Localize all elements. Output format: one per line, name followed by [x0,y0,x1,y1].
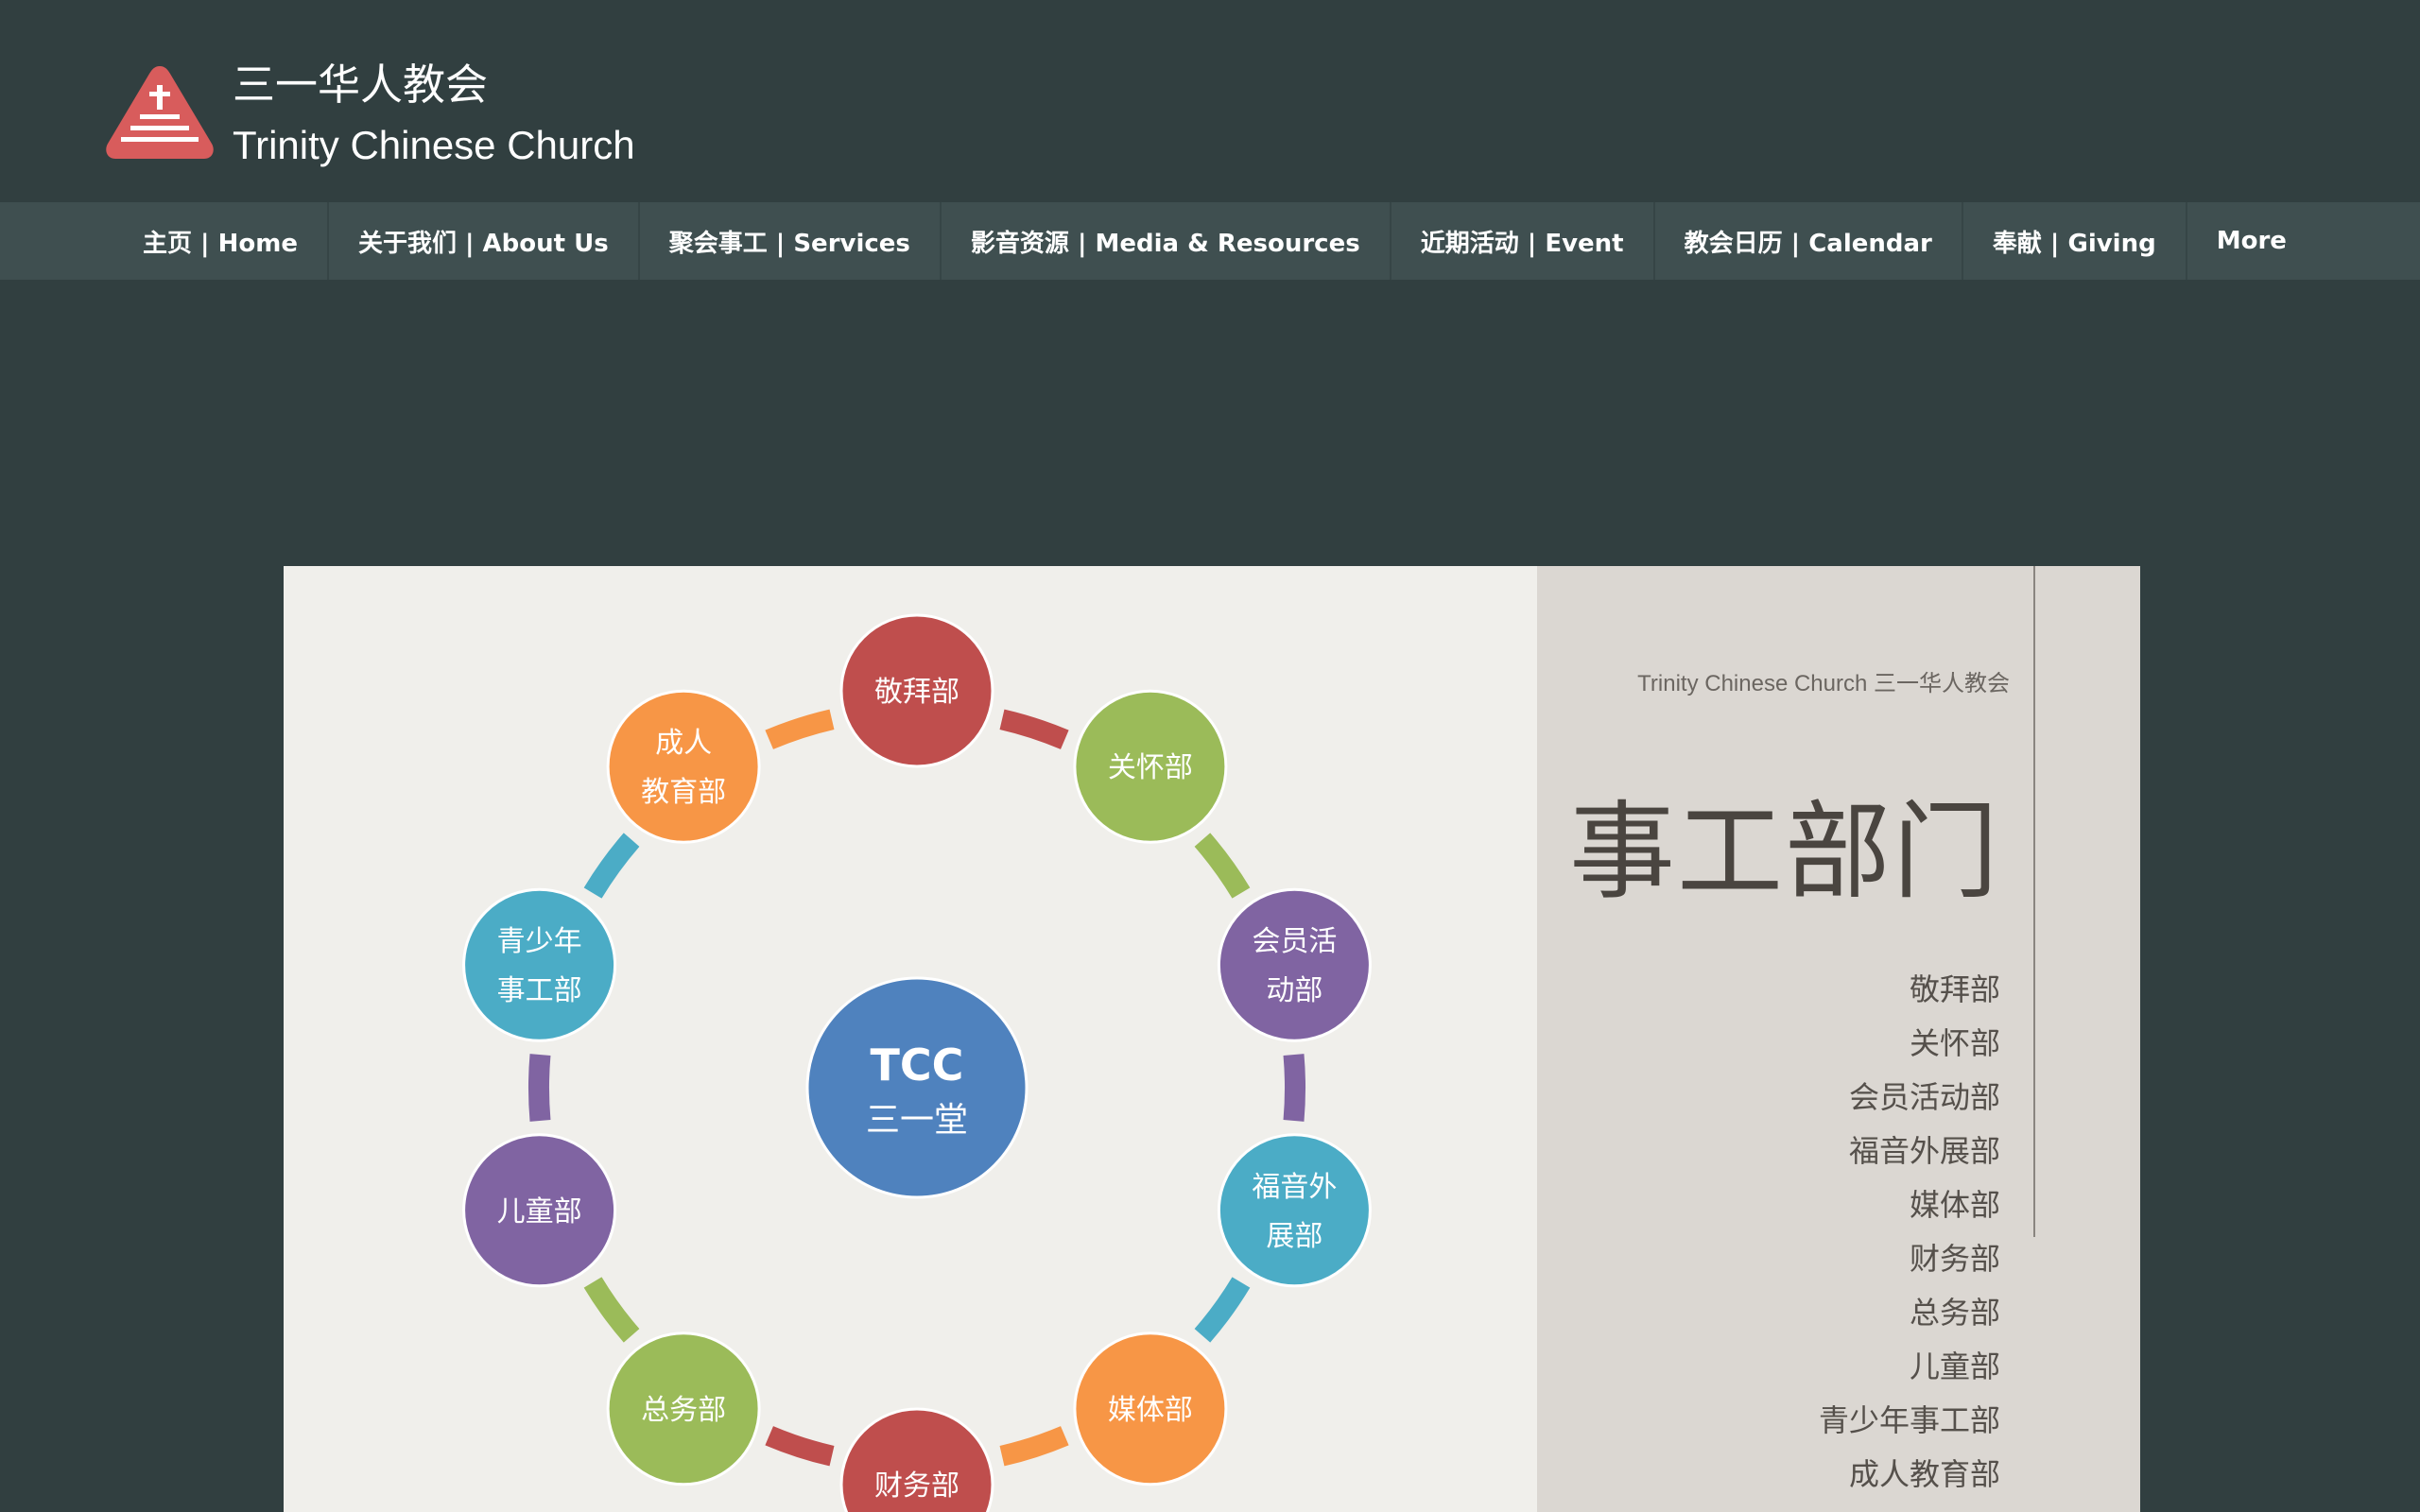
connector-arc [765,709,835,749]
connector-arc [583,1277,640,1343]
connector-arc [528,1054,551,1122]
department-node [1217,887,1372,1042]
department-node-label: 会员活 [1252,925,1337,958]
department-node-label: 总务部 [641,1394,726,1427]
department-item: 敬拜部 [1909,971,2000,1007]
center-label: TCC [871,1040,964,1091]
department-node-label: 事工部 [497,974,582,1007]
department-item: 福音外展部 [1848,1133,2000,1169]
ministry-info-panel: Trinity Chinese Church 三一华人教会 事工部门 敬拜部 关… [1537,566,2140,1512]
department-node-label: 媒体部 [1108,1394,1193,1427]
department-node-label: 教育部 [641,776,726,809]
brand-name-en[interactable]: Trinity Chinese Church [233,115,635,176]
ministry-diagram-panel: TCC 三一堂 敬拜部关怀部会员活动部福音外展部媒体部财务部 总务部 儿童部 青少年事工部… [284,566,1537,1512]
nav-more[interactable]: More [2187,202,2316,280]
connector-arc [1194,1277,1251,1343]
department-node-label: 关怀部 [1108,751,1193,784]
department-item: 儿童部 [1909,1349,2000,1384]
department-item: 会员活动部 [1848,1079,2000,1115]
connector-arc [999,709,1069,749]
connector-arc [583,833,640,899]
nav-giving[interactable]: 奉献 | Giving [1963,202,2187,280]
department-node-label: 福音外 [1252,1171,1337,1204]
church-subtitle: Trinity Chinese Church 三一华人教会 [1637,671,2010,696]
department-item: 成人教育部 [1848,1456,2000,1492]
department-node-label: 动部 [1266,974,1322,1007]
department-node [1217,1133,1372,1288]
department-node-label: 儿童部 [497,1195,582,1228]
department-node-label: 展部 [1266,1220,1322,1253]
ministries-title: 事工部门 [1569,791,2000,914]
department-item: 媒体部 [1909,1187,2000,1223]
nav-about-us[interactable]: 关于我们 | About Us [329,202,640,280]
nav-media-resources[interactable]: 影音资源 | Media & Resources [942,202,1392,280]
department-list: 敬拜部 关怀部 会员活动部 福音外展部 媒体部 财务部 总务部 儿童部 青少年事… [1819,963,2000,1502]
department-item: 关怀部 [1909,1025,2000,1061]
brand-name-cn[interactable]: 三一华人教会 [233,55,488,115]
department-item: 财务部 [1909,1241,2000,1277]
department-node [462,887,617,1042]
church-logo-icon[interactable] [102,60,217,164]
nav-home[interactable]: 主页 | Home [113,202,329,280]
department-item: 总务部 [1909,1295,2000,1331]
site-header: 三一华人教会 Trinity Chinese Church [0,0,2420,202]
connector-arc [1283,1054,1305,1122]
nav-services[interactable]: 聚会事工 | Services [640,202,942,280]
department-node-label: 财务部 [874,1469,959,1503]
department-item: 青少年事工部 [1818,1402,2000,1438]
nav-calendar[interactable]: 教会日历 | Calendar [1655,202,1963,280]
connector-arc [999,1426,1069,1467]
department-node-label: 青少年 [497,925,582,958]
center-sublabel: 三一堂 [866,1101,968,1140]
department-node-label: 敬拜部 [874,676,959,709]
ministry-cycle-diagram: TCC 三一堂 敬拜部关怀部会员活动部福音外展部媒体部财务部 总务部 儿童部 青少年事工部… [462,613,1372,1512]
department-node-label: 成人 [655,727,712,760]
main-navigation: 主页 | Home 关于我们 | About Us 聚会事工 | Service… [0,202,2420,280]
connector-arc [1194,833,1251,899]
divider-line [2033,566,2035,1237]
department-node [606,689,761,844]
connector-arc [765,1426,835,1467]
nav-event[interactable]: 近期活动 | Event [1392,202,1655,280]
